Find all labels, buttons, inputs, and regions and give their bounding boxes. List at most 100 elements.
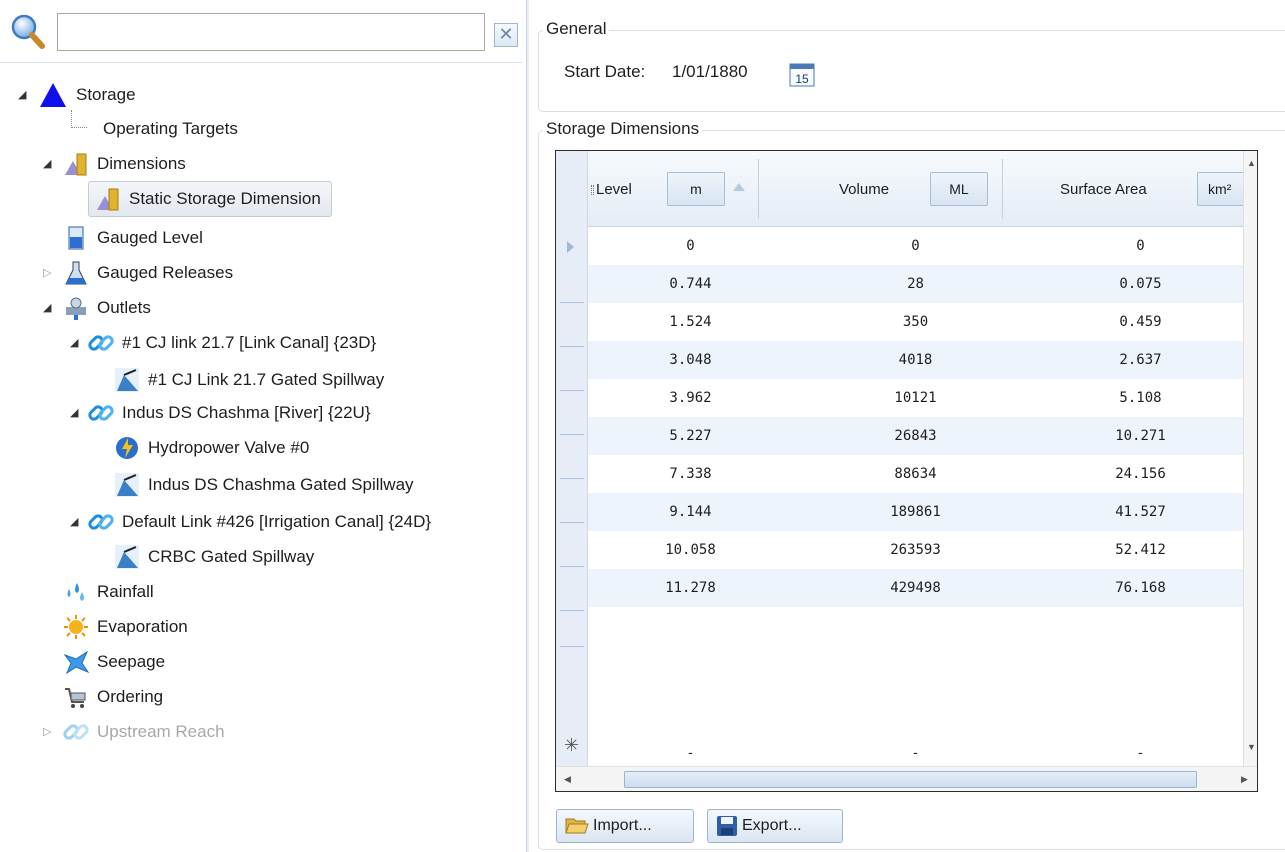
table-row[interactable]: 10.058 263593 52.412 — [588, 531, 1243, 569]
expand-link1-toggle[interactable]: ◢ — [70, 337, 82, 349]
tree-item-link-default[interactable]: Default Link #426 [Irrigation Canal] {24… — [88, 507, 431, 537]
table-cell[interactable]: 1.524 — [588, 303, 793, 341]
scroll-right-icon[interactable]: ▶ — [1237, 771, 1252, 788]
table-cell[interactable]: 5.108 — [1038, 379, 1243, 417]
table-cell[interactable]: 76.168 — [1038, 569, 1243, 607]
expand-dimensions-toggle[interactable]: ◢ — [43, 158, 55, 170]
column-header-surface-area[interactable]: Surface Area — [1060, 151, 1180, 227]
table-row[interactable]: 3.962 10121 5.108 — [588, 379, 1243, 417]
table-row[interactable]: 9.144 189861 41.527 — [588, 493, 1243, 531]
expand-gauged-releases-toggle[interactable]: ▷ — [43, 267, 55, 279]
table-cell[interactable]: 28 — [793, 265, 1038, 303]
tree-item-gauged-level[interactable]: Gauged Level — [63, 223, 203, 253]
table-cell[interactable]: 7.338 — [588, 455, 793, 493]
level-unit-button[interactable]: m — [667, 172, 725, 206]
column-separator[interactable] — [1002, 159, 1003, 219]
surface-area-unit-button[interactable]: km² — [1197, 172, 1249, 206]
tree-item-gauged-releases[interactable]: Gauged Releases — [63, 258, 233, 288]
row-header-divider — [560, 390, 584, 391]
expand-link2-toggle[interactable]: ◢ — [70, 407, 82, 419]
scroll-down-icon[interactable]: ▼ — [1244, 739, 1257, 756]
table-cell[interactable]: 88634 — [793, 455, 1038, 493]
table-row[interactable]: 7.338 88634 24.156 — [588, 455, 1243, 493]
calendar-icon[interactable]: 15 — [788, 60, 816, 88]
table-row[interactable]: 3.048 4018 2.637 — [588, 341, 1243, 379]
table-row[interactable]: 0.744 28 0.075 — [588, 265, 1243, 303]
search-icon[interactable] — [8, 12, 48, 52]
tree-item-static-storage-dimension[interactable]: Static Storage Dimension — [88, 181, 332, 217]
save-disk-icon — [717, 816, 737, 836]
tree-label: Indus DS Chashma Gated Spillway — [148, 475, 414, 494]
table-cell[interactable]: 52.412 — [1038, 531, 1243, 569]
storage-triangle-icon — [40, 83, 66, 107]
tree-item-dimensions[interactable]: Dimensions — [63, 149, 186, 179]
table-cell[interactable]: 41.527 — [1038, 493, 1243, 531]
expand-outlets-toggle[interactable]: ◢ — [43, 302, 55, 314]
new-row[interactable]: - - - — [588, 733, 1243, 767]
column-header-volume[interactable]: Volume — [839, 151, 939, 227]
table-cell[interactable]: 0 — [588, 227, 793, 265]
table-cell[interactable]: 9.144 — [588, 493, 793, 531]
table-cell[interactable]: 263593 — [793, 531, 1038, 569]
tree-item-outlets[interactable]: Outlets — [63, 293, 151, 323]
import-button[interactable]: Import... — [556, 809, 694, 843]
table-cell[interactable]: 24.156 — [1038, 455, 1243, 493]
table-cell[interactable]: 5.227 — [588, 417, 793, 455]
table-cell[interactable]: 189861 — [793, 493, 1038, 531]
table-cell[interactable]: 3.048 — [588, 341, 793, 379]
table-cell[interactable]: 429498 — [793, 569, 1038, 607]
table-cell[interactable]: 11.278 — [588, 569, 793, 607]
table-row[interactable]: 000 — [588, 227, 1243, 265]
tree-item-evaporation[interactable]: Evaporation — [63, 612, 188, 642]
volume-unit-button[interactable]: ML — [930, 172, 988, 206]
current-row-indicator — [567, 241, 574, 253]
expand-upstream-reach-toggle[interactable]: ▷ — [43, 726, 55, 738]
column-separator[interactable] — [758, 159, 759, 219]
tree-item-upstream-reach[interactable]: Upstream Reach — [63, 717, 225, 747]
table-cell[interactable]: 0.744 — [588, 265, 793, 303]
spillway-icon — [115, 473, 139, 497]
table-cell[interactable]: 0.075 — [1038, 265, 1243, 303]
table-row[interactable]: 5.227 26843 10.271 — [588, 417, 1243, 455]
pane-splitter[interactable] — [526, 0, 529, 852]
expand-link3-toggle[interactable]: ◢ — [70, 516, 82, 528]
vertical-scrollbar[interactable]: ▲ ▼ — [1243, 151, 1257, 766]
table-cell[interactable]: 2.637 — [1038, 341, 1243, 379]
row-header-divider — [560, 434, 584, 435]
expand-storage-toggle[interactable]: ◢ — [18, 89, 30, 101]
tree-item-link-indus[interactable]: Indus DS Chashma [River] {22U} — [88, 398, 371, 428]
scroll-left-icon[interactable]: ◀ — [560, 771, 575, 788]
clear-search-button[interactable]: ✕ — [494, 23, 518, 47]
table-cell[interactable]: 4018 — [793, 341, 1038, 379]
tree-item-link2-spillway[interactable]: Indus DS Chashma Gated Spillway — [114, 470, 414, 500]
table-cell[interactable]: 0 — [1038, 227, 1243, 265]
horizontal-scrollbar[interactable]: ◀ ▶ — [556, 766, 1257, 791]
tree-item-storage[interactable]: Storage — [38, 80, 136, 110]
table-row[interactable]: 1.524 350 0.459 — [588, 303, 1243, 341]
table-cell[interactable]: 3.962 — [588, 379, 793, 417]
table-cell[interactable]: 26843 — [793, 417, 1038, 455]
horizontal-scroll-thumb[interactable] — [624, 771, 1197, 788]
table-cell[interactable]: 10.271 — [1038, 417, 1243, 455]
tree-item-rainfall[interactable]: Rainfall — [63, 577, 154, 607]
scroll-up-icon[interactable]: ▲ — [1244, 155, 1257, 172]
export-button[interactable]: Export... — [707, 809, 843, 843]
tree-label: Default Link #426 [Irrigation Canal] {24… — [122, 512, 432, 531]
table-cell[interactable]: 0 — [793, 227, 1038, 265]
column-grip[interactable] — [591, 185, 594, 195]
table-cell[interactable]: 10.058 — [588, 531, 793, 569]
tree-item-ordering[interactable]: Ordering — [63, 682, 163, 712]
tree-item-hydropower-valve[interactable]: Hydropower Valve #0 — [114, 433, 309, 463]
table-cell[interactable]: 10121 — [793, 379, 1038, 417]
tree-item-link1-spillway[interactable]: #1 CJ Link 21.7 Gated Spillway — [114, 365, 384, 395]
start-date-value[interactable]: 1/01/1880 — [672, 62, 748, 82]
tree-item-link-cj[interactable]: #1 CJ link 21.7 [Link Canal] {23D} — [88, 328, 376, 358]
search-input[interactable] — [57, 13, 485, 51]
tree-item-operating-targets[interactable]: Operating Targets — [103, 114, 238, 144]
storage-dimensions-grid[interactable]: ✳ Level m Volume ML Surface Area km² 000… — [555, 150, 1258, 792]
tree-item-link3-spillway[interactable]: CRBC Gated Spillway — [114, 542, 314, 572]
tree-item-seepage[interactable]: Seepage — [63, 647, 165, 677]
table-cell[interactable]: 350 — [793, 303, 1038, 341]
table-cell[interactable]: 0.459 — [1038, 303, 1243, 341]
table-row[interactable]: 11.278 429498 76.168 — [588, 569, 1243, 607]
